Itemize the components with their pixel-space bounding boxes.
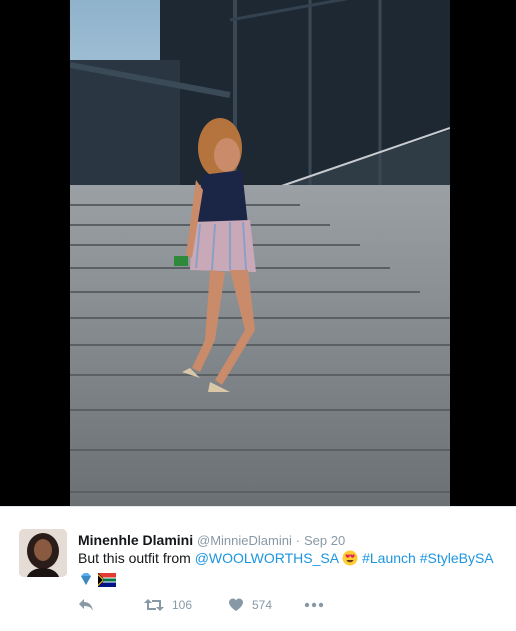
like-button[interactable]: 574 bbox=[228, 598, 304, 612]
retweet-count: 106 bbox=[172, 598, 193, 612]
reply-button[interactable] bbox=[78, 598, 144, 612]
more-button[interactable] bbox=[304, 602, 324, 608]
heart-eyes-emoji bbox=[342, 550, 358, 570]
author-handle[interactable]: @MinnieDlamini bbox=[197, 533, 292, 548]
tweet-text: But this outfit from @WOOLWORTHS_SA #Lau… bbox=[78, 549, 508, 591]
tweet-photo[interactable] bbox=[70, 0, 450, 506]
tweet-media[interactable] bbox=[0, 0, 516, 506]
like-count: 574 bbox=[252, 598, 273, 612]
diamond-emoji bbox=[78, 571, 94, 591]
tweet-date[interactable]: Sep 20 bbox=[304, 533, 345, 548]
author-name[interactable]: Minenhle Dlamini bbox=[78, 532, 193, 548]
separator: · bbox=[295, 533, 301, 548]
retweet-button[interactable]: 106 bbox=[144, 598, 228, 612]
avatar[interactable] bbox=[19, 529, 67, 577]
retweet-icon bbox=[144, 599, 164, 611]
reply-icon bbox=[79, 599, 93, 611]
hashtag-stylebysa[interactable]: #StyleBySA bbox=[420, 550, 494, 566]
tweet-actions: 106 574 bbox=[78, 595, 324, 615]
south-africa-flag-emoji bbox=[97, 573, 116, 591]
photo-scene bbox=[70, 0, 450, 506]
tweet-text-intro: But this outfit from bbox=[78, 550, 191, 566]
tweet-header: Minenhle Dlamini @MinnieDlamini · Sep 20 bbox=[78, 531, 345, 550]
heart-icon bbox=[229, 598, 243, 611]
tweet-card: Minenhle Dlamini @MinnieDlamini · Sep 20… bbox=[0, 506, 516, 631]
hashtag-launch[interactable]: #Launch bbox=[362, 550, 416, 566]
mention-link[interactable]: @WOOLWORTHS_SA bbox=[195, 550, 339, 566]
avatar-image bbox=[19, 529, 67, 577]
more-dots-icon bbox=[304, 602, 324, 608]
